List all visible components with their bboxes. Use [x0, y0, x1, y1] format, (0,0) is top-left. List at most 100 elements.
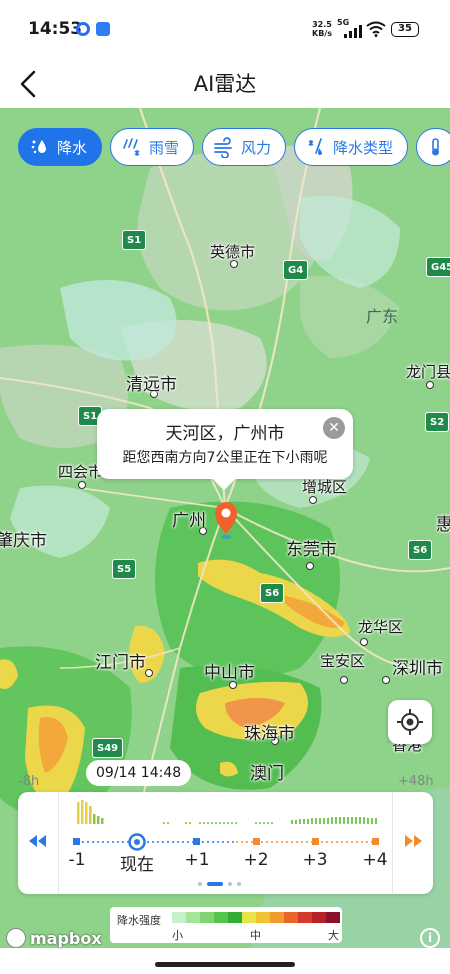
city-label-zhongshan: 中山市: [204, 663, 255, 683]
city-label-longhua: 龙华区: [358, 618, 404, 636]
city-label-longmen: 龙门县: [406, 363, 450, 381]
road-shield: S6: [260, 583, 285, 603]
city-label-zengcheng: 增城区: [302, 478, 348, 496]
city-dot: [306, 562, 314, 570]
legend-swatch: [172, 912, 186, 923]
app-notification-icon-2: [96, 22, 110, 36]
popup-title: 天河区，广州市: [165, 424, 285, 444]
mapbox-logo-icon: [6, 928, 26, 948]
legend-swatch: [200, 912, 214, 923]
battery-icon: 35: [391, 22, 419, 37]
popup-message: 距您西南方向7公里正在下小雨呢: [122, 450, 328, 466]
region-label-guangdong: 广东: [366, 307, 399, 326]
legend-swatch: [256, 912, 270, 923]
wifi-icon: [366, 21, 386, 37]
timeline-panel[interactable]: -1 现在 +1 +2 +3 +4: [18, 792, 433, 894]
rewind-icon[interactable]: [26, 832, 48, 850]
precip-type-icon: [308, 138, 323, 155]
network-speed: 32.5 KB/s: [312, 20, 332, 38]
current-time-chip: 09/14 14:48: [86, 760, 192, 786]
timeline-track[interactable]: -1 现在 +1 +2 +3 +4: [58, 792, 393, 894]
city-dot: [78, 481, 86, 489]
timeline-tick-now[interactable]: 现在: [120, 850, 154, 875]
legend-swatch: [214, 912, 228, 923]
nav-bar: AI雷达: [0, 60, 450, 108]
legend-swatch: [326, 912, 340, 923]
layer-chip-label: 降水: [57, 138, 88, 157]
status-time: 14:53: [28, 19, 83, 39]
road-shield: S1: [122, 230, 147, 250]
legend-swatch: [270, 912, 284, 923]
city-label-yingde: 英德市: [210, 243, 256, 261]
layer-chip-precipitation[interactable]: 降水: [18, 128, 103, 166]
road-shield: S6: [408, 540, 433, 560]
legend-mid: 中: [250, 929, 261, 942]
legend-low: 小: [172, 929, 183, 942]
city-label-jiangmen: 江门市: [95, 653, 146, 673]
home-indicator: [155, 962, 295, 967]
rain-drop-icon: [31, 140, 46, 154]
legend-swatch: [242, 912, 256, 923]
mapbox-text: mapbox: [30, 928, 102, 948]
temperature-icon: [432, 138, 440, 156]
layer-chip-row: 降水 雨雪 风力 降水类型: [18, 128, 450, 166]
road-shield: G45: [426, 257, 450, 277]
city-label-aomen: 澳门: [250, 764, 284, 784]
legend-color-scale: [172, 912, 340, 923]
legend-title: 降水强度: [117, 914, 161, 927]
timeline-tick[interactable]: -1: [69, 850, 86, 870]
timeline-tick[interactable]: +2: [243, 850, 268, 870]
city-label-shenzhen: 深圳市: [392, 659, 443, 679]
city-dot: [340, 676, 348, 684]
mapbox-attribution[interactable]: mapbox: [6, 926, 102, 950]
app-notification-icon: [76, 22, 90, 36]
wind-icon: [214, 137, 232, 158]
legend-swatch: [298, 912, 312, 923]
road-shield: S2: [425, 412, 450, 432]
layer-chip-label: 雨雪: [149, 138, 180, 157]
city-label-dongguan: 东莞市: [286, 540, 337, 560]
snow-rain-icon: [123, 138, 140, 156]
layer-chip-label: 风力: [241, 138, 272, 157]
page-title: AI雷达: [193, 72, 257, 96]
layer-chip-more[interactable]: [416, 128, 450, 166]
timeline-start-offset: -8h: [18, 774, 40, 789]
crosshair-icon: [397, 709, 423, 735]
locate-button[interactable]: [388, 700, 432, 744]
city-dot: [145, 669, 153, 677]
timeline-tick[interactable]: +3: [302, 850, 327, 870]
layer-chip-rain-snow[interactable]: 雨雪: [110, 128, 195, 166]
road-shield: S49: [92, 738, 124, 758]
close-icon[interactable]: ✕: [323, 417, 345, 439]
road-shield: G4: [283, 260, 309, 280]
signal-icon: [344, 24, 362, 38]
city-label-zhuhai: 珠海市: [244, 724, 295, 744]
rain-forecast-bars: [73, 800, 379, 851]
legend-swatch: [312, 912, 326, 923]
page-indicator: [198, 882, 241, 886]
info-icon[interactable]: i: [420, 928, 440, 948]
layer-chip-wind[interactable]: 风力: [202, 128, 287, 166]
city-dot: [426, 381, 434, 389]
timeline-tick[interactable]: +1: [184, 850, 209, 870]
speed-value: 32.5: [312, 20, 332, 29]
city-dot: [309, 496, 317, 504]
location-pin-icon: [215, 502, 237, 539]
city-label-guangzhou: 广州: [172, 511, 206, 531]
status-bar: 14:53 32.5 KB/s 5G 35: [0, 0, 450, 60]
speed-unit: KB/s: [312, 29, 332, 38]
fast-forward-icon[interactable]: [403, 832, 425, 850]
timeline-tick[interactable]: +4: [362, 850, 387, 870]
city-label-baoan: 宝安区: [320, 652, 366, 670]
location-popup[interactable]: 天河区，广州市 距您西南方向7公里正在下小雨呢 ✕: [97, 409, 353, 491]
city-label-hui: 惠: [436, 515, 450, 535]
city-label-zhaoqing: 肇庆市: [0, 531, 47, 551]
timeline-end-offset: +48h: [398, 774, 434, 789]
city-label-qingyuan: 清远市: [126, 375, 177, 395]
layer-chip-precip-type[interactable]: 降水类型: [294, 128, 409, 166]
layer-chip-label: 降水类型: [333, 138, 394, 157]
city-dot: [360, 638, 368, 646]
legend-swatch: [186, 912, 200, 923]
precipitation-legend: 降水强度 小 中 大: [110, 907, 342, 943]
legend-swatch: [284, 912, 298, 923]
